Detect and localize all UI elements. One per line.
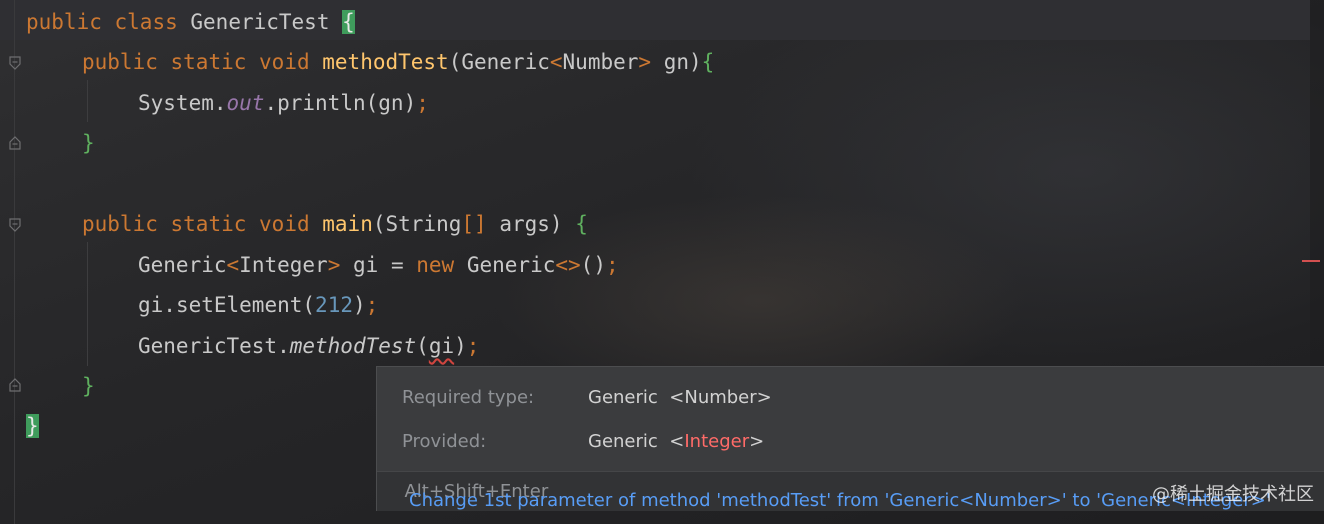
fold-open-icon[interactable] [9, 56, 21, 70]
required-type-label: Required type: [402, 387, 535, 408]
code-line-6[interactable]: public static void main(String[] args) { [82, 204, 588, 244]
required-type-row: Required type: Generic <Number> [402, 387, 772, 408]
code-line-8[interactable]: gi.setElement(212); [138, 285, 378, 325]
provided-type-label: Provided: [402, 431, 487, 452]
gutter-divider [14, 0, 15, 524]
code-line-4[interactable]: } [82, 123, 95, 163]
code-line-9[interactable]: GenericTest.methodTest(gi); [138, 326, 479, 366]
provided-type-value: Generic <Integer> [588, 431, 765, 452]
code-line-2[interactable]: public static void methodTest(Generic<Nu… [82, 42, 714, 82]
code-line-11[interactable]: } [26, 406, 39, 446]
error-argument[interactable]: gi [429, 334, 454, 358]
fold-close-icon[interactable] [9, 136, 21, 150]
quick-fix-link[interactable]: Change 1st parameter of method 'methodTe… [393, 481, 1270, 511]
indent-guide [87, 80, 88, 122]
watermark-text: @稀土掘金技术社区 [1152, 484, 1314, 505]
error-stripe-marker[interactable] [1302, 260, 1320, 262]
fold-open-icon[interactable] [9, 218, 21, 232]
code-line-7[interactable]: Generic<Integer> gi = new Generic<>(); [138, 245, 619, 285]
provided-type-row: Provided: Generic <Integer> [402, 431, 764, 452]
fold-close-icon[interactable] [9, 378, 21, 392]
code-line-3[interactable]: System.out.println(gn); [138, 83, 429, 123]
editor-gutter [0, 0, 21, 524]
code-line-1[interactable]: public class GenericTest { [26, 2, 355, 42]
indent-guide [87, 242, 88, 366]
code-line-10[interactable]: } [82, 366, 95, 406]
required-type-value: Generic <Number> [588, 387, 772, 408]
